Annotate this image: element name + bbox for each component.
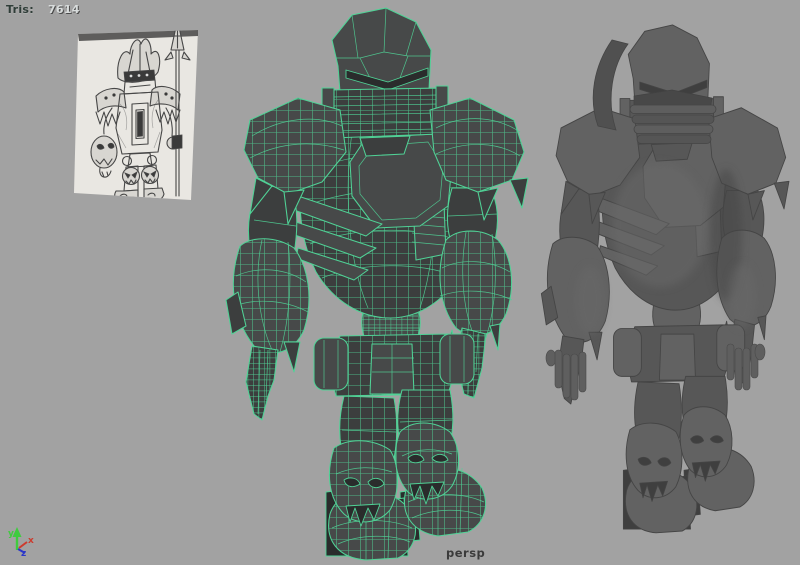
- camera-name-label: persp: [446, 546, 486, 560]
- shaded-hand-right: [726, 343, 766, 391]
- shaded-hand-left: [545, 349, 587, 401]
- x-axis-label: x: [28, 536, 34, 546]
- reference-sketch[interactable]: [74, 20, 198, 206]
- maya-viewport[interactable]: y x z Tris: 7614 persp: [0, 0, 800, 565]
- robot-model-shaded[interactable]: [540, 24, 790, 534]
- heads-up-display-tris: Tris: 7614: [6, 3, 80, 16]
- shaded-arm-highlight: [728, 264, 756, 328]
- z-axis-label: z: [21, 549, 26, 559]
- shaded-arm-highlight: [575, 266, 605, 334]
- view-axis-gizmo: y x z: [8, 527, 34, 559]
- y-axis-label: y: [8, 529, 14, 539]
- viewport-canvas: y x z: [8, 7, 790, 561]
- tris-value: 7614: [47, 3, 80, 16]
- tris-label: Tris:: [6, 3, 34, 16]
- robot-model-wireframe[interactable]: [225, 7, 529, 561]
- shaded-chest-highlight: [612, 163, 708, 287]
